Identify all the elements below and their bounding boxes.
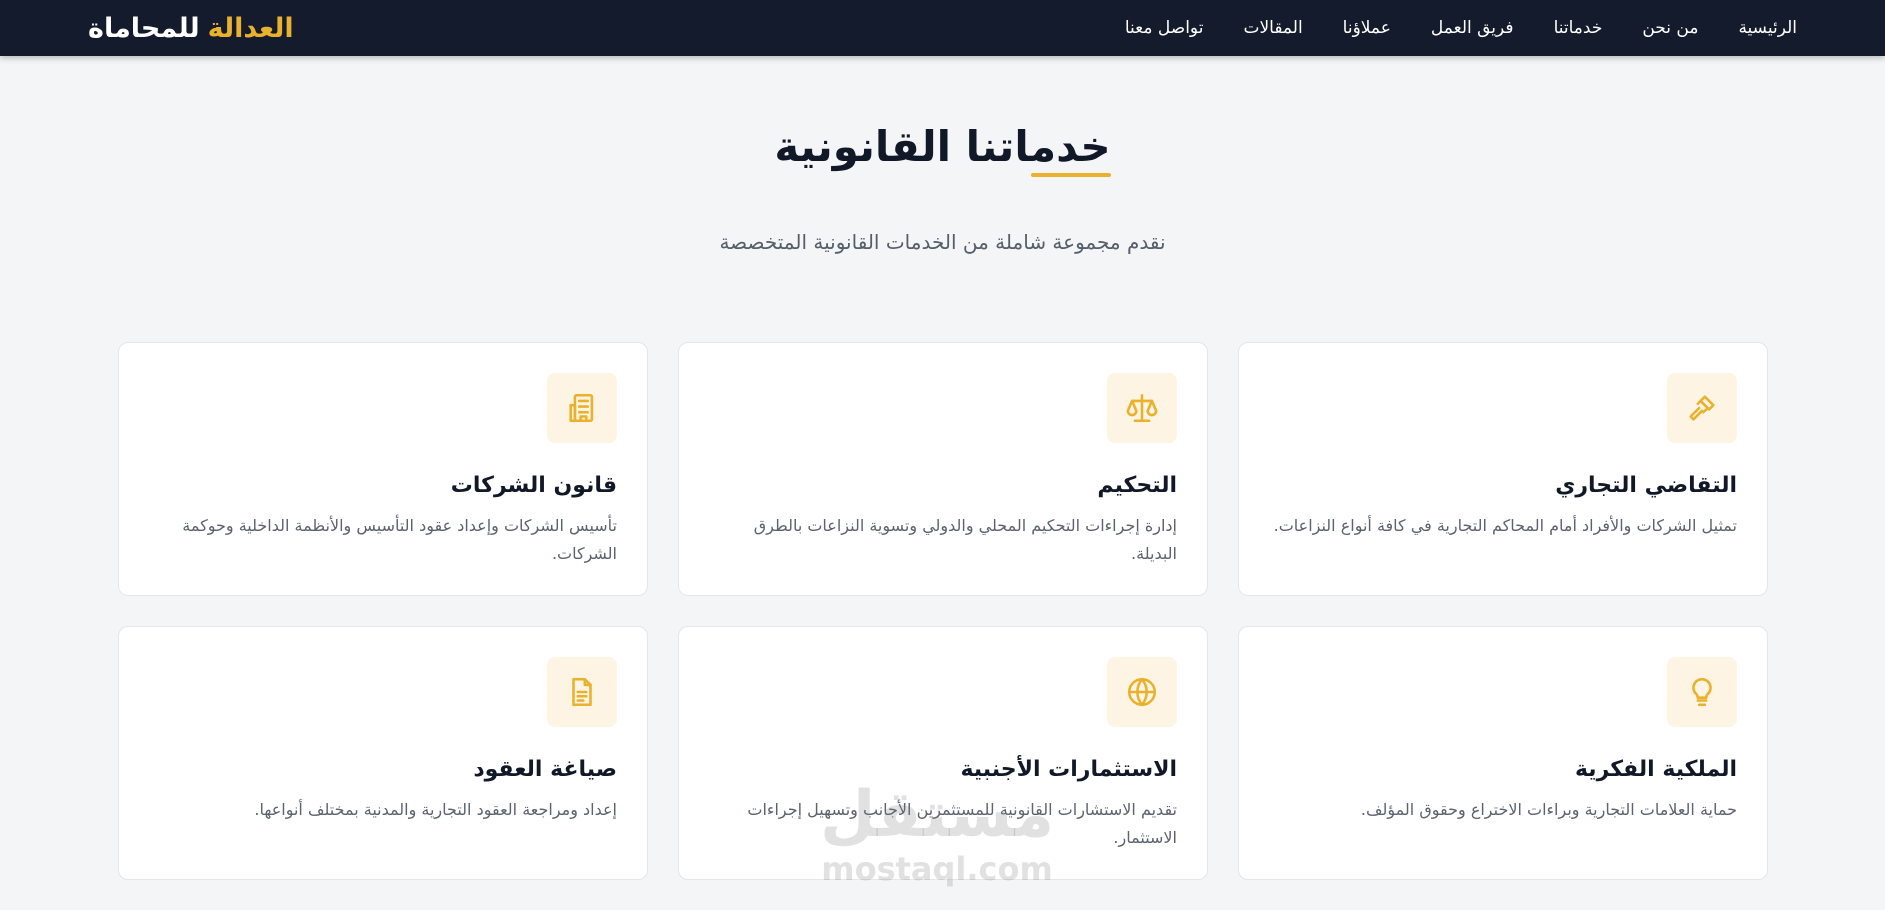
service-description: تأسيس الشركات وإعداد عقود التأسيس والأنظ… [182, 516, 617, 563]
nav-item-clients[interactable]: عملاؤنا [1343, 18, 1391, 38]
service-description: إدارة إجراءات التحكيم المحلي والدولي وتس… [753, 516, 1177, 563]
title-underline [1030, 173, 1111, 177]
service-card[interactable]: صياغة العقود إعداد ومراجعة العقود التجار… [118, 626, 648, 880]
section-header: خدماتنا القانونية [0, 122, 1885, 177]
navbar: الرئيسية من نحن خدماتنا فريق العمل عملاؤ… [0, 0, 1885, 56]
brand-accent: العدالة [207, 12, 294, 44]
gavel-icon [1667, 373, 1737, 443]
brand-logo[interactable]: العدالة للمحاماة [88, 0, 294, 56]
service-title: التقاضي التجاري [1555, 473, 1737, 498]
section-title: خدماتنا القانونية [774, 122, 1111, 177]
scales-icon [1107, 373, 1177, 443]
services-grid: التقاضي التجاري تمثيل الشركات والأفراد أ… [117, 342, 1768, 880]
nav-item-team[interactable]: فريق العمل [1431, 18, 1514, 38]
service-description: إعداد ومراجعة العقود التجارية والمدنية ب… [254, 800, 617, 819]
service-title: الملكية الفكرية [1574, 757, 1737, 782]
nav-item-services[interactable]: خدماتنا [1554, 18, 1603, 38]
nav-menu: الرئيسية من نحن خدماتنا فريق العمل عملاؤ… [1125, 0, 1797, 56]
service-card[interactable]: التقاضي التجاري تمثيل الشركات والأفراد أ… [1238, 342, 1768, 596]
service-card[interactable]: الملكية الفكرية حماية العلامات التجارية … [1238, 626, 1768, 880]
section-title-text: خدماتنا القانونية [774, 122, 1111, 171]
service-title: قانون الشركات [450, 473, 617, 498]
brand-rest: للمحاماة [88, 12, 200, 44]
service-card[interactable]: التحكيم إدارة إجراءات التحكيم المحلي وال… [678, 342, 1208, 596]
service-description: حماية العلامات التجارية وبراءات الاختراع… [1360, 800, 1737, 819]
lightbulb-icon [1667, 657, 1737, 727]
nav-item-home[interactable]: الرئيسية [1738, 18, 1797, 38]
service-title: الاستثمارات الأجنبية [960, 757, 1177, 782]
service-card[interactable]: الاستثمارات الأجنبية تقديم الاستشارات ال… [678, 626, 1208, 880]
service-description: تقديم الاستشارات القانونية للمستثمرين ال… [747, 800, 1177, 847]
service-title: صياغة العقود [473, 757, 617, 782]
service-title: التحكيم [1097, 473, 1177, 498]
building-icon [547, 373, 617, 443]
service-card[interactable]: قانون الشركات تأسيس الشركات وإعداد عقود … [118, 342, 648, 596]
nav-item-contact[interactable]: تواصل معنا [1125, 18, 1204, 38]
nav-item-articles[interactable]: المقالات [1243, 18, 1302, 38]
nav-item-about[interactable]: من نحن [1642, 18, 1698, 38]
section-subtitle: نقدم مجموعة شاملة من الخدمات القانونية ا… [719, 230, 1166, 254]
globe-icon [1107, 657, 1177, 727]
service-description: تمثيل الشركات والأفراد أمام المحاكم التج… [1273, 516, 1737, 535]
document-icon [547, 657, 617, 727]
